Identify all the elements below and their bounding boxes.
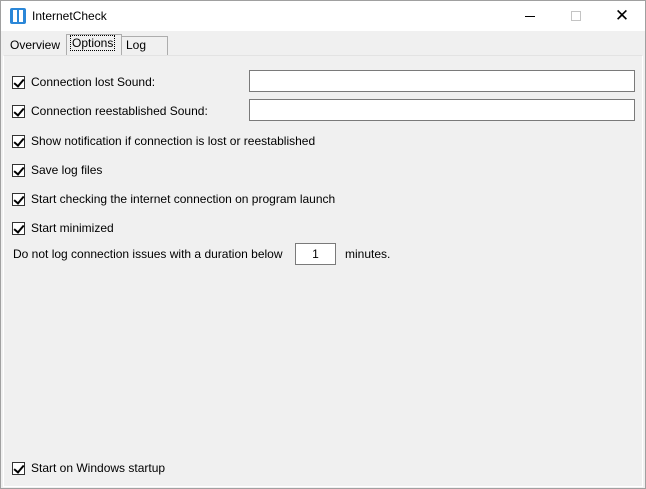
minimize-icon (525, 15, 535, 17)
tab-log[interactable]: Log (122, 36, 168, 55)
lost-sound-checkbox[interactable] (12, 75, 25, 89)
tab-strip: Overview Options Log (3, 32, 643, 56)
tab-options[interactable]: Options (66, 34, 122, 55)
start-minimized-label: Start minimized (31, 221, 114, 235)
lost-sound-label: Connection lost Sound: (31, 75, 156, 89)
reestablished-sound-input[interactable] (249, 99, 635, 121)
maximize-button[interactable] (553, 1, 599, 31)
lost-sound-row: Connection lost Sound: (12, 74, 155, 90)
start-minimized-row: Start minimized (12, 220, 114, 236)
min-duration-input[interactable]: 1 (295, 243, 336, 265)
start-minimized-checkbox[interactable] (12, 221, 25, 235)
reestablished-sound-row: Connection reestablished Sound: (12, 103, 208, 119)
start-checking-row: Start checking the internet connection o… (12, 191, 335, 207)
save-log-checkbox[interactable] (12, 163, 25, 177)
title-bar[interactable]: InternetCheck ✕ (1, 1, 645, 31)
app-icon (10, 8, 26, 24)
maximize-icon (571, 11, 581, 21)
window-title: InternetCheck (32, 9, 107, 23)
start-checking-checkbox[interactable] (12, 192, 25, 206)
reestablished-sound-checkbox[interactable] (12, 104, 25, 118)
minimize-button[interactable] (507, 1, 553, 31)
show-notification-label: Show notification if connection is lost … (31, 134, 316, 148)
show-notification-checkbox[interactable] (12, 134, 25, 148)
windows-startup-row: Start on Windows startup (12, 460, 165, 476)
save-log-label: Save log files (31, 163, 103, 177)
save-log-row: Save log files (12, 162, 102, 178)
tab-overview[interactable]: Overview (5, 36, 65, 55)
close-icon: ✕ (614, 6, 630, 25)
windows-startup-label: Start on Windows startup (31, 461, 166, 475)
start-checking-label: Start checking the internet connection o… (31, 192, 336, 206)
reestablished-sound-label: Connection reestablished Sound: (31, 104, 208, 118)
close-button[interactable]: ✕ (599, 1, 645, 31)
windows-startup-checkbox[interactable] (12, 461, 25, 475)
app-window: InternetCheck ✕ Overview Options Log Con… (0, 0, 646, 489)
lost-sound-input[interactable] (249, 70, 635, 92)
show-notification-row: Show notification if connection is lost … (12, 133, 315, 149)
min-duration-suffix-label: minutes. (345, 247, 391, 261)
min-duration-prefix-label: Do not log connection issues with a dura… (13, 247, 283, 261)
